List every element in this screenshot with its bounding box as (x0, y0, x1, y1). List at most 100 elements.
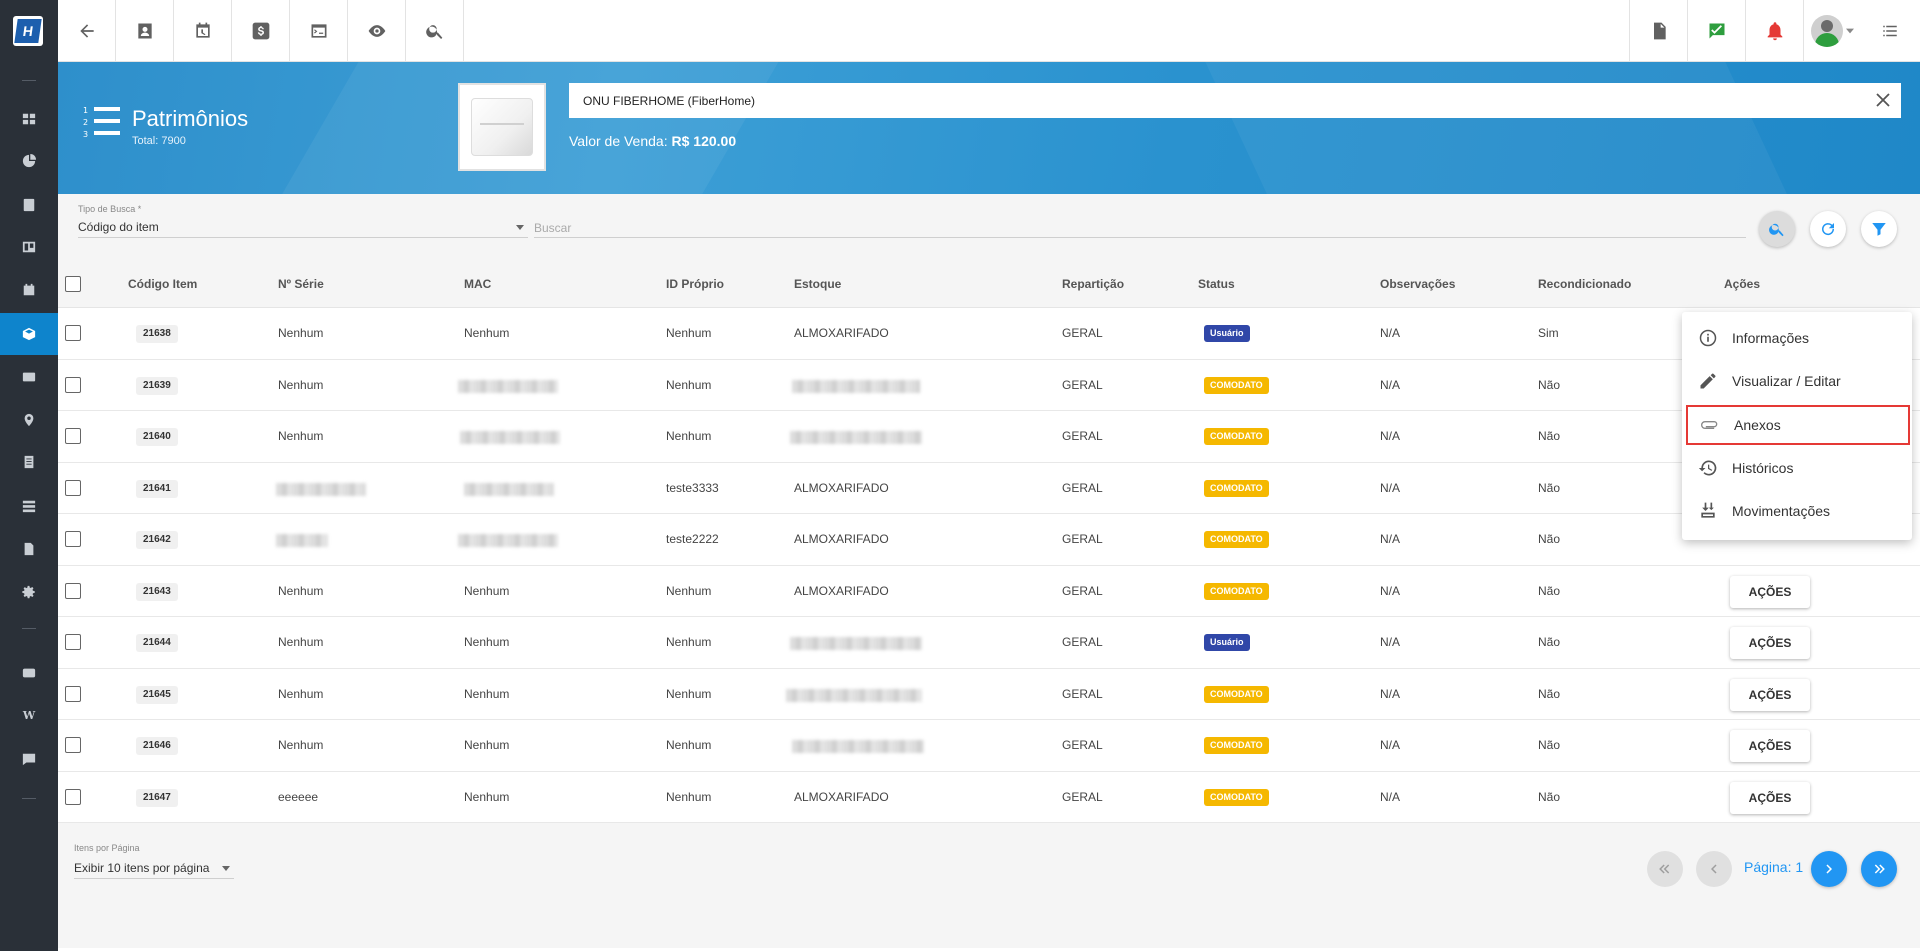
col-mac[interactable]: MAC (464, 277, 491, 291)
user-menu-button[interactable] (1803, 0, 1861, 62)
acoes-button[interactable]: AÇÕES (1730, 678, 1810, 711)
search-submit-button[interactable] (1759, 211, 1795, 247)
search-placeholder: Buscar (534, 221, 572, 235)
col-serie[interactable]: Nº Série (278, 277, 324, 291)
acoes-button[interactable]: AÇÕES (1730, 781, 1810, 814)
menu-list-button[interactable] (1861, 0, 1919, 62)
terminal-icon (311, 24, 326, 38)
next-page-button[interactable] (1811, 851, 1847, 887)
calendar-clock-icon[interactable] (0, 269, 58, 311)
finance-icon[interactable] (0, 356, 58, 398)
actions-menu: Informações Visualizar / Editar Anexos H… (1682, 312, 1912, 540)
col-observacoes[interactable]: Observações (1380, 277, 1455, 291)
document-icon[interactable] (0, 528, 58, 570)
col-id-proprio[interactable]: ID Próprio (666, 277, 724, 291)
product-image (458, 83, 546, 171)
pdf-button[interactable] (1629, 0, 1687, 62)
app-logo[interactable]: H (13, 16, 43, 46)
prev-page-button[interactable] (1696, 851, 1732, 887)
back-button[interactable] (58, 0, 116, 62)
product-search-field[interactable]: ONU FIBERHOME (FiberHome) (569, 83, 1901, 118)
tasks-button[interactable] (1687, 0, 1745, 62)
price-value: R$ 120.00 (671, 133, 737, 149)
table-row: 21644 Nenhum Nenhum Nenhum GERAL Usuário N/A Nã… (58, 617, 1920, 669)
cell-id-proprio: Nenhum (666, 635, 712, 649)
row-checkbox[interactable] (65, 685, 81, 702)
server-icon[interactable] (0, 485, 58, 527)
col-recondicionado[interactable]: Recondicionado (1538, 277, 1631, 291)
close-icon[interactable] (1875, 92, 1891, 108)
board-icon[interactable] (0, 226, 58, 268)
menu-item-label: Visualizar / Editar (1732, 373, 1841, 389)
cell-reparticao: GERAL (1062, 789, 1103, 804)
schedule-button[interactable] (174, 0, 232, 62)
row-checkbox[interactable] (65, 428, 81, 444)
redacted-mac (458, 379, 558, 393)
assets-box-icon[interactable] (0, 313, 58, 355)
pagination-footer: Itens por Página Exibir 10 itens por pág… (58, 823, 1920, 948)
wiki-icon[interactable]: W (0, 694, 58, 736)
terminal-button[interactable] (290, 0, 348, 62)
refresh-button[interactable] (1810, 211, 1846, 247)
item-code: 21639 (136, 376, 178, 395)
menu-item-movimentacoes[interactable]: Movimentações (1682, 491, 1912, 531)
row-checkbox[interactable] (65, 325, 81, 341)
redacted-estoque (790, 637, 922, 650)
acoes-button[interactable]: AÇÕES (1730, 730, 1810, 762)
cell-recondicionado: Não (1538, 789, 1561, 804)
col-status[interactable]: Status (1198, 277, 1235, 291)
item-code: 21646 (136, 737, 178, 755)
acoes-button[interactable]: AÇÕES (1730, 627, 1810, 659)
contacts-icon[interactable] (0, 184, 58, 226)
menu-item-historicos[interactable]: Históricos (1682, 448, 1912, 488)
alarm-bell-icon (1767, 22, 1782, 41)
row-checkbox[interactable] (65, 788, 81, 805)
dashboard-icon[interactable] (0, 98, 58, 140)
row-checkbox[interactable] (65, 737, 81, 753)
menu-item-visualizar-editar[interactable]: Visualizar / Editar (1682, 361, 1912, 401)
status-badge: COMODATO (1204, 737, 1269, 754)
rail-divider (22, 628, 36, 629)
last-page-button[interactable] (1861, 851, 1897, 887)
acoes-button[interactable]: AÇÕES (1730, 575, 1810, 608)
per-page-select[interactable]: Exibir 10 itens por página (74, 857, 234, 879)
history-icon (1698, 460, 1717, 476)
search-button[interactable] (406, 0, 464, 62)
col-reparticao[interactable]: Repartição (1062, 277, 1124, 291)
search-type-label: Tipo de Busca * (78, 204, 142, 214)
status-badge: Usuário (1204, 634, 1250, 651)
search-input[interactable]: Buscar (534, 216, 1746, 238)
finance-button[interactable] (232, 0, 290, 62)
cell-recondicionado: Não (1538, 635, 1561, 649)
chat-icon[interactable] (0, 738, 58, 780)
item-code: 21642 (136, 531, 178, 549)
pie-chart-icon[interactable] (0, 140, 58, 182)
menu-item-informacoes[interactable]: Informações (1682, 318, 1912, 358)
cell-reparticao: GERAL (1062, 738, 1103, 752)
per-page-value: Exibir 10 itens por página (74, 861, 210, 875)
col-estoque[interactable]: Estoque (794, 277, 841, 291)
video-icon[interactable] (0, 652, 58, 694)
first-page-button[interactable] (1647, 851, 1683, 887)
filter-button[interactable] (1861, 211, 1897, 247)
row-checkbox[interactable] (65, 531, 81, 547)
row-checkbox[interactable] (65, 634, 81, 650)
cell-observacoes: N/A (1380, 377, 1401, 392)
col-codigo[interactable]: Código Item (128, 277, 197, 291)
row-checkbox[interactable] (65, 376, 81, 393)
notifications-button[interactable] (1745, 0, 1803, 62)
search-type-select[interactable]: Código do item (78, 216, 528, 238)
redacted-estoque (786, 688, 922, 702)
current-page: Página: 1 (1744, 859, 1804, 875)
settings-gear-icon[interactable] (0, 571, 58, 613)
menu-item-anexos[interactable]: Anexos (1686, 405, 1910, 445)
location-icon[interactable] (0, 399, 58, 441)
view-button[interactable] (348, 0, 406, 62)
row-checkbox[interactable] (65, 479, 81, 496)
cell-observacoes: N/A (1380, 686, 1401, 701)
redacted-mac (458, 534, 558, 547)
row-checkbox[interactable] (65, 582, 81, 599)
select-all-checkbox[interactable] (65, 276, 81, 292)
report-icon[interactable] (0, 441, 58, 483)
contacts-button[interactable] (116, 0, 174, 62)
